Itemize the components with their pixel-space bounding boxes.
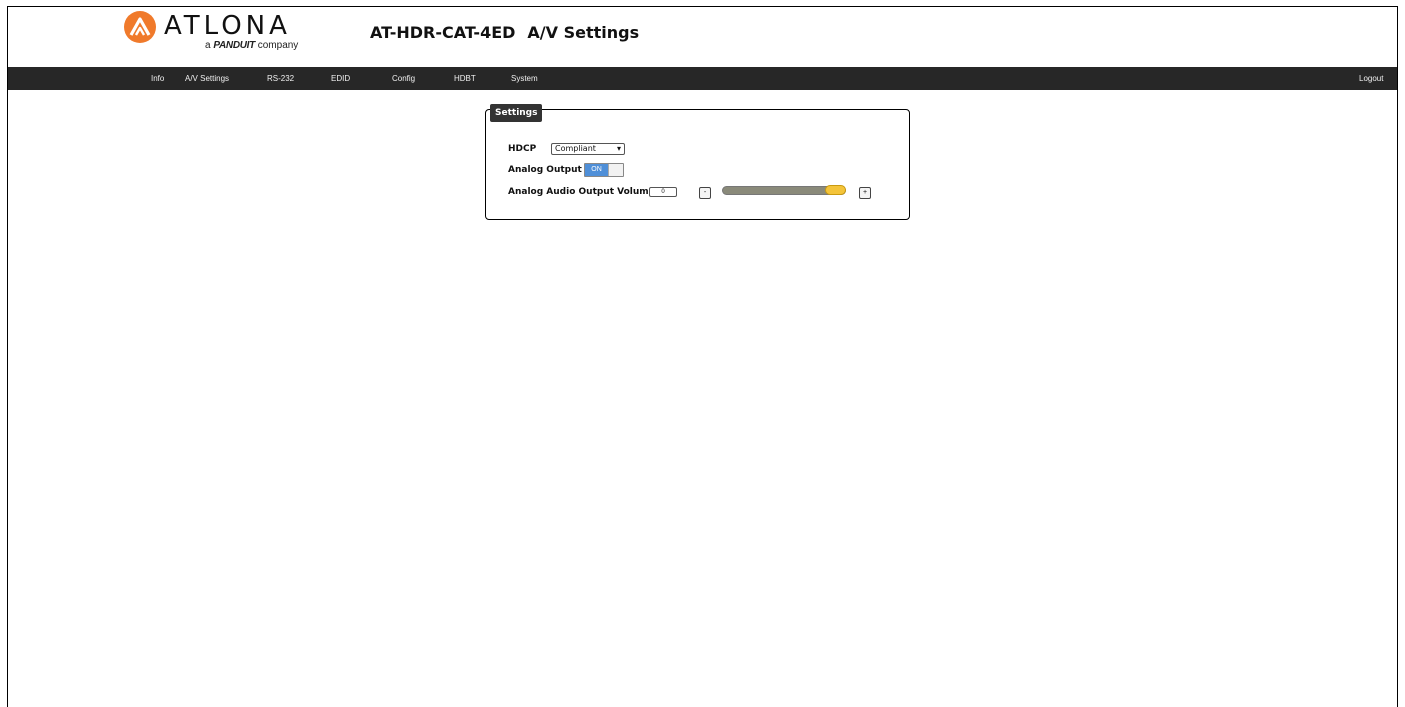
nav-av-settings[interactable]: A/V Settings xyxy=(185,67,229,90)
nav-config[interactable]: Config xyxy=(392,67,415,90)
settings-legend: Settings xyxy=(490,104,543,122)
nav-edid[interactable]: EDID xyxy=(331,67,350,90)
volume-label: Analog Audio Output Volume xyxy=(508,187,655,197)
logout-link[interactable]: Logout xyxy=(1359,67,1383,90)
atlona-logo: ATLONA a PANDUIT company xyxy=(124,10,304,51)
toggle-on-label: ON xyxy=(585,164,608,176)
page-title: AT-HDR-CAT-4ED A/V Settings xyxy=(370,23,639,42)
volume-slider-thumb[interactable] xyxy=(825,185,846,195)
toggle-knob xyxy=(608,164,623,176)
hdcp-label: HDCP xyxy=(508,144,537,154)
top-navbar: Info A/V Settings RS-232 EDID Config HDB… xyxy=(8,67,1397,90)
nav-hdbt[interactable]: HDBT xyxy=(454,67,476,90)
logo-wordmark: ATLONA xyxy=(164,11,291,41)
hdcp-selected-value: Compliant xyxy=(555,144,596,153)
analog-output-label: Analog Output xyxy=(508,165,582,175)
volume-value-field[interactable]: 0 xyxy=(649,187,677,197)
nav-rs232[interactable]: RS-232 xyxy=(267,67,294,90)
nav-info[interactable]: Info xyxy=(151,67,164,90)
logo-subtitle: a PANDUIT company xyxy=(205,40,299,51)
volume-decrease-button[interactable]: - xyxy=(699,187,711,199)
analog-output-toggle[interactable]: ON xyxy=(584,163,624,177)
chevron-down-icon: ▾ xyxy=(616,144,621,153)
device-model: AT-HDR-CAT-4ED xyxy=(370,23,516,42)
page-name: A/V Settings xyxy=(527,23,640,42)
nav-system[interactable]: System xyxy=(511,67,538,90)
volume-increase-button[interactable]: + xyxy=(859,187,871,199)
atlona-logo-icon xyxy=(124,11,156,43)
hdcp-select[interactable]: Compliant ▾ xyxy=(551,143,625,155)
